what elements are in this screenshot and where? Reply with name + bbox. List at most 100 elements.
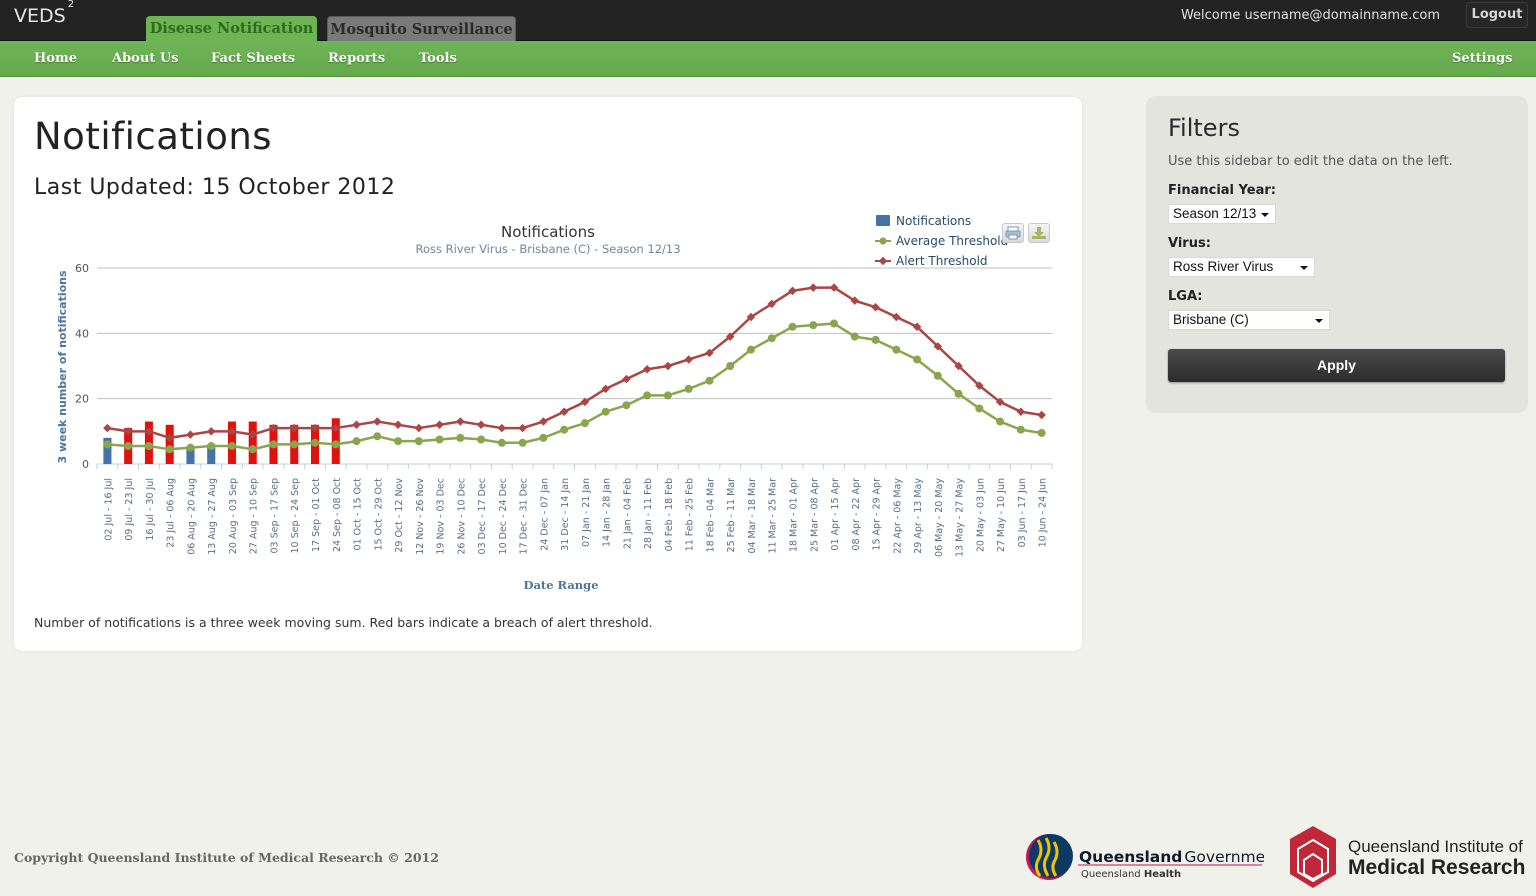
average-threshold-point[interactable] [497, 438, 506, 447]
average-threshold-point[interactable] [310, 438, 319, 447]
average-threshold-point[interactable] [871, 335, 880, 344]
nav-fact-sheets[interactable]: Fact Sheets [211, 41, 295, 77]
alert-threshold-point[interactable] [414, 423, 424, 433]
average-threshold-point[interactable] [850, 332, 859, 341]
x-tick-label: 25 Mar - 08 Apr [809, 478, 820, 552]
nav-reports[interactable]: Reports [328, 41, 385, 77]
lga-select[interactable]: Brisbane (C) [1168, 310, 1330, 330]
average-threshold-point[interactable] [601, 407, 610, 416]
average-threshold-point[interactable] [830, 319, 839, 328]
alert-threshold-point[interactable] [892, 312, 901, 322]
nav-settings[interactable]: Settings [1452, 41, 1512, 77]
average-threshold-point[interactable] [809, 321, 818, 330]
alert-threshold-point[interactable] [103, 423, 112, 433]
average-threshold-point[interactable] [227, 442, 236, 451]
financial-year-select[interactable]: Season 12/13 [1168, 204, 1276, 224]
logout-button[interactable]: Logout [1466, 2, 1528, 28]
average-threshold-point[interactable] [954, 389, 963, 398]
download-chart-button[interactable] [1028, 223, 1050, 243]
alert-threshold-point[interactable] [476, 420, 486, 430]
filters-description: Use this sidebar to edit the data on the… [1168, 154, 1453, 169]
legend-item-notifications[interactable]: Notifications [876, 214, 971, 228]
alert-threshold-point[interactable] [186, 430, 195, 439]
average-threshold-point[interactable] [933, 371, 942, 380]
alert-threshold-point[interactable] [373, 417, 382, 426]
nav-tools[interactable]: Tools [419, 41, 457, 77]
average-threshold-point[interactable] [913, 355, 922, 364]
alert-threshold-point[interactable] [809, 283, 818, 292]
average-threshold-point[interactable] [477, 435, 486, 444]
x-tick-label: 21 Jan - 04 Feb [622, 478, 633, 549]
alert-threshold-point[interactable] [684, 355, 693, 364]
alert-threshold-point[interactable] [435, 420, 444, 430]
virus-select[interactable]: Ross River Virus [1168, 257, 1315, 277]
alert-threshold-point[interactable] [663, 361, 673, 371]
average-threshold-point[interactable] [892, 345, 901, 354]
app-logo[interactable]: VEDS2 [14, 0, 74, 27]
average-threshold-point[interactable] [518, 438, 527, 447]
alert-threshold-point[interactable] [559, 407, 569, 416]
average-threshold-point[interactable] [290, 440, 299, 449]
average-threshold-point[interactable] [1037, 428, 1046, 437]
print-chart-button[interactable] [1002, 223, 1024, 243]
apply-button[interactable]: Apply [1168, 349, 1505, 382]
alert-threshold-point[interactable] [871, 302, 880, 312]
bar-breach[interactable] [165, 424, 174, 464]
average-threshold-point[interactable] [788, 322, 797, 331]
average-threshold-point[interactable] [684, 384, 693, 393]
alert-threshold-point[interactable] [518, 423, 527, 433]
average-threshold-point[interactable] [144, 442, 153, 451]
alert-threshold-point[interactable] [622, 374, 631, 384]
average-threshold-point[interactable] [746, 345, 755, 354]
tab-disease-notification[interactable]: Disease Notification [146, 16, 317, 41]
average-threshold-point[interactable] [663, 391, 672, 400]
average-threshold-point[interactable] [352, 437, 361, 446]
nav-home[interactable]: Home [34, 41, 77, 77]
average-threshold-point[interactable] [269, 440, 278, 449]
alert-threshold-point[interactable] [539, 417, 548, 426]
average-threshold-point[interactable] [414, 437, 423, 446]
average-threshold-point[interactable] [996, 417, 1005, 426]
average-threshold-point[interactable] [456, 433, 465, 442]
average-threshold-point[interactable] [560, 425, 569, 434]
x-tick-label: 31 Dec - 14 Jan [560, 478, 571, 551]
tab-mosquito-surveillance[interactable]: Mosquito Surveillance [327, 16, 516, 41]
average-threshold-point[interactable] [1016, 425, 1025, 434]
queensland-government-logo[interactable]: QueenslandGovernment Queensland Health [1024, 832, 1281, 882]
average-threshold-point[interactable] [124, 442, 133, 451]
nav-about-us[interactable]: About Us [112, 41, 179, 77]
bar-breach[interactable] [248, 421, 257, 464]
alert-threshold-point[interactable] [1016, 407, 1026, 416]
average-threshold-point[interactable] [705, 376, 714, 385]
alert-threshold-point[interactable] [1037, 410, 1046, 420]
x-tick-label: 26 Nov - 10 Dec [456, 478, 467, 555]
average-threshold-point[interactable] [103, 440, 112, 449]
alert-threshold-point[interactable] [642, 365, 652, 374]
alert-threshold-point[interactable] [456, 417, 465, 426]
qimr-logo[interactable]: Queensland Institute of Medical Research [1288, 824, 1528, 890]
average-threshold-point[interactable] [394, 437, 403, 446]
average-threshold-point[interactable] [373, 432, 382, 441]
average-threshold-point[interactable] [643, 391, 652, 400]
average-threshold-point[interactable] [539, 433, 548, 442]
alert-threshold-point[interactable] [352, 420, 361, 430]
average-threshold-point[interactable] [165, 445, 174, 454]
average-threshold-point[interactable] [248, 445, 257, 454]
legend-item-alert[interactable]: Alert Threshold [875, 254, 988, 268]
average-threshold-point[interactable] [622, 401, 631, 410]
legend-item-average[interactable]: Average Threshold [875, 234, 1008, 248]
average-threshold-point[interactable] [726, 362, 735, 370]
alert-threshold-point[interactable] [206, 427, 216, 436]
average-threshold-point[interactable] [580, 419, 589, 428]
average-threshold-point[interactable] [975, 404, 984, 413]
average-threshold-point[interactable] [207, 442, 216, 451]
alert-threshold-point[interactable] [497, 423, 507, 433]
average-threshold-point[interactable] [435, 435, 444, 444]
alert-threshold-point[interactable] [393, 420, 403, 430]
x-tick-label: 10 Jun - 24 Jun [1038, 478, 1049, 547]
financial-year-value: Season 12/13 [1173, 206, 1257, 221]
x-tick-label: 04 Feb - 18 Feb [664, 478, 675, 551]
average-threshold-point[interactable] [767, 334, 776, 343]
average-threshold-point[interactable] [186, 443, 195, 452]
average-threshold-point[interactable] [331, 440, 340, 449]
